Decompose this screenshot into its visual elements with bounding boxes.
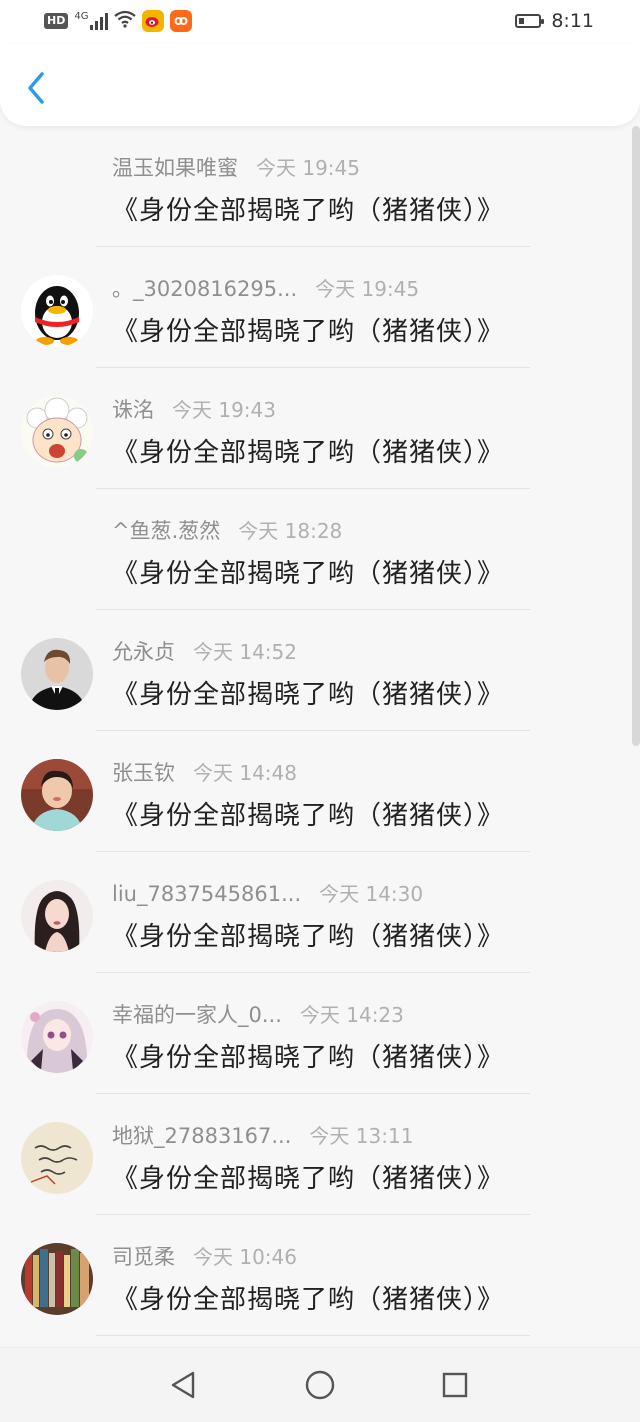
message-time: 今天 13:11 (309, 1124, 414, 1148)
message-list: 温玉如果唯蜜 今天 19:45 《身份全部揭晓了哟（猪猪侠）》 。_302081… (0, 126, 640, 1336)
signal-icon (90, 12, 109, 30)
avatar[interactable] (21, 638, 93, 710)
list-item[interactable]: 司觅柔 今天 10:46 《身份全部揭晓了哟（猪猪侠）》 (0, 1215, 640, 1336)
message-text: 《身份全部揭晓了哟（猪猪侠）》 (112, 680, 505, 710)
wifi-icon (114, 10, 137, 32)
list-item[interactable]: ^鱼葱.葱然 今天 18:28 《身份全部揭晓了哟（猪猪侠）》 (0, 489, 640, 610)
sender-name: 张玉钦 (112, 761, 175, 785)
sender-name: 地狱_27883167... (112, 1124, 292, 1148)
sender-name: 允永贞 (112, 640, 175, 664)
list-item-meta: 诛洺 今天 19:43 (112, 394, 276, 424)
battery-icon (515, 14, 545, 28)
avatar[interactable] (21, 880, 93, 952)
sender-name: ^鱼葱.葱然 (112, 519, 221, 543)
status-time: 8:11 (551, 10, 594, 32)
back-button[interactable] (16, 68, 56, 108)
triangle-back-icon (171, 1371, 195, 1399)
hd-badge: HD (44, 13, 69, 29)
cartoon-sheep-icon (21, 396, 93, 468)
list-item[interactable]: 。_3020816295... 今天 19:45 《身份全部揭晓了哟（猪猪侠）》 (0, 247, 640, 368)
bookshelf-avatar (21, 1243, 93, 1315)
message-text: 《身份全部揭晓了哟（猪猪侠）》 (112, 1043, 505, 1073)
anime-girl-avatar (21, 1001, 93, 1073)
list-item-meta: 。_3020816295... 今天 19:45 (112, 273, 419, 303)
sender-name: 温玉如果唯蜜 (112, 156, 238, 180)
avatar[interactable] (21, 275, 93, 347)
list-item-meta: 司觅柔 今天 10:46 (112, 1241, 297, 1271)
message-time: 今天 10:46 (193, 1245, 297, 1269)
list-item[interactable]: 允永贞 今天 14:52 《身份全部揭晓了哟（猪猪侠）》 (0, 610, 640, 731)
sender-name: liu_7837545861... (112, 882, 302, 906)
sender-name: 司觅柔 (112, 1245, 175, 1269)
system-nav-bar (0, 1347, 640, 1422)
message-time: 今天 14:52 (193, 640, 297, 664)
avatar[interactable] (21, 1001, 93, 1073)
avatar[interactable] (21, 396, 93, 468)
message-text: 《身份全部揭晓了哟（猪猪侠）》 (112, 801, 505, 831)
list-item-meta: 幸福的一家人_0... 今天 14:23 (112, 999, 404, 1029)
list-item[interactable]: 幸福的一家人_0... 今天 14:23 《身份全部揭晓了哟（猪猪侠）》 (0, 973, 640, 1094)
woman-photo-avatar (21, 880, 93, 952)
sender-name: 。_3020816295... (112, 277, 298, 301)
qq-penguin-icon (21, 275, 93, 347)
nav-back-button[interactable] (165, 1367, 201, 1403)
message-text: 《身份全部揭晓了哟（猪猪侠）》 (112, 196, 505, 226)
message-text: 《身份全部揭晓了哟（猪猪侠）》 (112, 922, 505, 952)
message-time: 今天 14:30 (319, 882, 424, 906)
header (0, 44, 640, 126)
list-item[interactable]: 张玉钦 今天 14:48 《身份全部揭晓了哟（猪猪侠）》 (0, 731, 640, 852)
list-item-meta: 允永贞 今天 14:52 (112, 636, 297, 666)
message-time: 今天 18:28 (238, 519, 343, 543)
message-time: 今天 14:48 (193, 761, 297, 785)
app-notification-icon (170, 10, 193, 32)
message-text: 《身份全部揭晓了哟（猪猪侠）》 (112, 317, 505, 347)
man-in-suit-avatar (21, 638, 93, 710)
message-time: 今天 19:43 (172, 398, 276, 422)
sender-name: 幸福的一家人_0... (112, 1003, 282, 1027)
network-type: 4G (74, 10, 89, 22)
list-item[interactable]: 地狱_27883167... 今天 13:11 《身份全部揭晓了哟（猪猪侠）》 (0, 1094, 640, 1215)
list-item-meta: 温玉如果唯蜜 今天 19:45 (112, 152, 360, 182)
square-recents-icon (442, 1372, 468, 1398)
status-icons-right: 8:11 (515, 10, 594, 32)
message-text: 《身份全部揭晓了哟（猪猪侠）》 (112, 1164, 505, 1194)
list-item-meta: 张玉钦 今天 14:48 (112, 757, 297, 787)
message-text: 《身份全部揭晓了哟（猪猪侠）》 (112, 1285, 505, 1315)
avatar[interactable] (21, 1122, 93, 1194)
message-time: 今天 14:23 (299, 1003, 404, 1027)
list-item[interactable]: liu_7837545861... 今天 14:30 《身份全部揭晓了哟（猪猪侠… (0, 852, 640, 973)
avatar[interactable] (21, 1243, 93, 1315)
list-item-meta: ^鱼葱.葱然 今天 18:28 (112, 515, 342, 545)
message-time: 今天 19:45 (315, 277, 420, 301)
sender-name: 诛洺 (112, 398, 154, 422)
list-item[interactable]: 温玉如果唯蜜 今天 19:45 《身份全部揭晓了哟（猪猪侠）》 (0, 126, 640, 247)
nav-recents-button[interactable] (437, 1367, 473, 1403)
status-icons-left: HD 4G (44, 10, 193, 32)
message-text: 《身份全部揭晓了哟（猪猪侠）》 (112, 559, 505, 589)
girl-photo-avatar (21, 759, 93, 831)
status-bar: HD 4G 8:11 (0, 0, 640, 44)
chevron-left-icon (28, 72, 44, 104)
list-item-meta: liu_7837545861... 今天 14:30 (112, 878, 423, 907)
list-item-meta: 地狱_27883167... 今天 13:11 (112, 1120, 413, 1150)
avatar[interactable] (21, 759, 93, 831)
scrollbar[interactable] (632, 126, 640, 746)
circle-home-icon (305, 1370, 335, 1400)
divider (96, 1335, 530, 1336)
message-time: 今天 19:45 (256, 156, 360, 180)
weibo-notification-icon (142, 10, 165, 32)
message-text: 《身份全部揭晓了哟（猪猪侠）》 (112, 438, 505, 468)
nav-home-button[interactable] (302, 1367, 338, 1403)
handwriting-note-avatar (21, 1122, 93, 1194)
list-item[interactable]: 诛洺 今天 19:43 《身份全部揭晓了哟（猪猪侠）》 (0, 368, 640, 489)
